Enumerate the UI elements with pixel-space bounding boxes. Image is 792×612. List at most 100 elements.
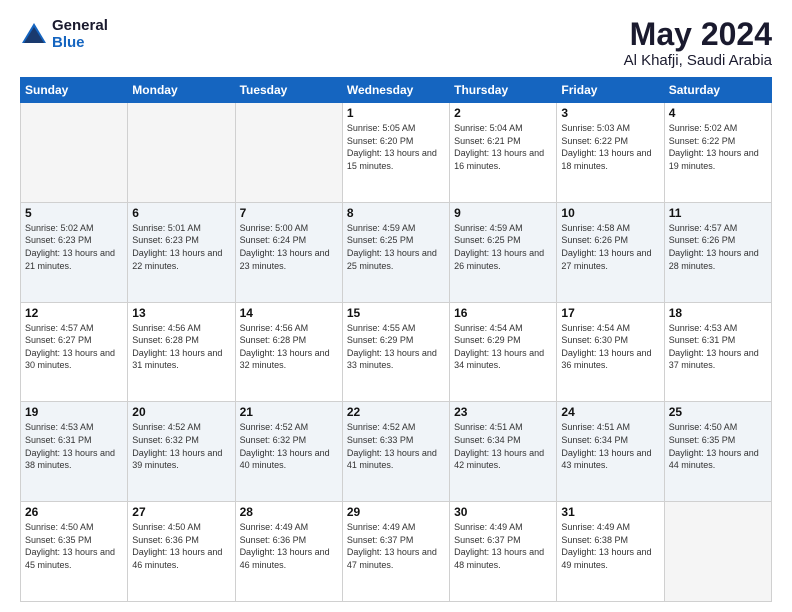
cell-info-text: Sunrise: 4:52 AM Sunset: 6:32 PM Dayligh… (132, 421, 230, 471)
cell-info-text: Sunrise: 4:53 AM Sunset: 6:31 PM Dayligh… (669, 322, 767, 372)
calendar-week-row: 1 Sunrise: 5:05 AM Sunset: 6:20 PM Daylig… (21, 103, 772, 203)
cell-date-number: 15 (347, 306, 445, 320)
cell-date-number: 24 (561, 405, 659, 419)
calendar-day-cell: 4Sunrise: 5:02 AM Sunset: 6:22 PM Daylig… (664, 103, 771, 203)
cell-date-number: 27 (132, 505, 230, 519)
cell-info-text: Sunrise: 4:50 AM Sunset: 6:35 PM Dayligh… (669, 421, 767, 471)
calendar-week-row: 19 Sunrise: 4:53 AM Sunset: 6:31 PM Dayli… (21, 402, 772, 502)
calendar-day-header: Sunday (21, 78, 128, 103)
calendar-day-cell: 17 Sunrise: 4:54 AM Sunset: 6:30 PM Dayli… (557, 302, 664, 402)
calendar-day-cell: 8 Sunrise: 4:59 AM Sunset: 6:25 PM Daylig… (342, 202, 449, 302)
header: General Blue May 2024 Al Khafji, Saudi A… (20, 18, 772, 69)
cell-info-text: Sunrise: 4:49 AM Sunset: 6:37 PM Dayligh… (347, 521, 445, 571)
cell-date-number: 9 (454, 206, 552, 220)
calendar-day-cell: 1 Sunrise: 5:05 AM Sunset: 6:20 PM Daylig… (342, 103, 449, 203)
calendar-day-cell: 7Sunrise: 5:00 AM Sunset: 6:24 PM Daylig… (235, 202, 342, 302)
calendar-day-cell: 13 Sunrise: 4:56 AM Sunset: 6:28 PM Dayli… (128, 302, 235, 402)
cell-date-number: 8 (347, 206, 445, 220)
cell-date-number: 12 (25, 306, 123, 320)
logo: General Blue (20, 18, 108, 51)
logo-blue: Blue (52, 35, 108, 52)
cell-info-text: Sunrise: 4:49 AM Sunset: 6:36 PM Dayligh… (240, 521, 338, 571)
calendar-day-cell: 20 Sunrise: 4:52 AM Sunset: 6:32 PM Dayli… (128, 402, 235, 502)
calendar-day-header: Wednesday (342, 78, 449, 103)
calendar-day-header: Saturday (664, 78, 771, 103)
cell-date-number: 31 (561, 505, 659, 519)
cell-date-number: 26 (25, 505, 123, 519)
cell-date-number: 1 (347, 106, 445, 120)
calendar-day-header: Friday (557, 78, 664, 103)
calendar-week-row: 12 Sunrise: 4:57 AM Sunset: 6:27 PM Dayli… (21, 302, 772, 402)
cell-info-text: Sunrise: 4:57 AM Sunset: 6:26 PM Dayligh… (669, 222, 767, 272)
cell-info-text: Sunrise: 5:03 AM Sunset: 6:22 PM Dayligh… (561, 122, 659, 172)
calendar-day-cell (128, 103, 235, 203)
cell-date-number: 3 (561, 106, 659, 120)
calendar-day-cell: 21 Sunrise: 4:52 AM Sunset: 6:32 PM Dayli… (235, 402, 342, 502)
cell-date-number: 10 (561, 206, 659, 220)
calendar-day-cell: 19 Sunrise: 4:53 AM Sunset: 6:31 PM Dayli… (21, 402, 128, 502)
calendar-day-cell: 11Sunrise: 4:57 AM Sunset: 6:26 PM Dayli… (664, 202, 771, 302)
cell-info-text: Sunrise: 4:53 AM Sunset: 6:31 PM Dayligh… (25, 421, 123, 471)
cell-info-text: Sunrise: 5:05 AM Sunset: 6:20 PM Dayligh… (347, 122, 445, 172)
cell-date-number: 21 (240, 405, 338, 419)
cell-info-text: Sunrise: 5:02 AM Sunset: 6:23 PM Dayligh… (25, 222, 123, 272)
calendar-day-cell (21, 103, 128, 203)
calendar-day-cell: 5 Sunrise: 5:02 AM Sunset: 6:23 PM Daylig… (21, 202, 128, 302)
cell-date-number: 17 (561, 306, 659, 320)
cell-info-text: Sunrise: 4:52 AM Sunset: 6:32 PM Dayligh… (240, 421, 338, 471)
cell-date-number: 22 (347, 405, 445, 419)
cell-date-number: 28 (240, 505, 338, 519)
cell-info-text: Sunrise: 5:00 AM Sunset: 6:24 PM Dayligh… (240, 222, 338, 272)
cell-info-text: Sunrise: 4:59 AM Sunset: 6:25 PM Dayligh… (347, 222, 445, 272)
cell-info-text: Sunrise: 4:54 AM Sunset: 6:29 PM Dayligh… (454, 322, 552, 372)
title-location: Al Khafji, Saudi Arabia (624, 52, 772, 69)
cell-date-number: 29 (347, 505, 445, 519)
cell-info-text: Sunrise: 4:56 AM Sunset: 6:28 PM Dayligh… (240, 322, 338, 372)
calendar-week-row: 26 Sunrise: 4:50 AM Sunset: 6:35 PM Dayli… (21, 502, 772, 602)
calendar-day-cell: 25Sunrise: 4:50 AM Sunset: 6:35 PM Dayli… (664, 402, 771, 502)
cell-date-number: 2 (454, 106, 552, 120)
calendar-day-cell: 24Sunrise: 4:51 AM Sunset: 6:34 PM Dayli… (557, 402, 664, 502)
cell-info-text: Sunrise: 4:50 AM Sunset: 6:35 PM Dayligh… (25, 521, 123, 571)
calendar-day-cell: 3 Sunrise: 5:03 AM Sunset: 6:22 PM Daylig… (557, 103, 664, 203)
calendar-day-header: Thursday (450, 78, 557, 103)
cell-info-text: Sunrise: 4:51 AM Sunset: 6:34 PM Dayligh… (454, 421, 552, 471)
cell-date-number: 13 (132, 306, 230, 320)
cell-info-text: Sunrise: 4:55 AM Sunset: 6:29 PM Dayligh… (347, 322, 445, 372)
cell-date-number: 20 (132, 405, 230, 419)
cell-date-number: 18 (669, 306, 767, 320)
calendar-day-cell: 10Sunrise: 4:58 AM Sunset: 6:26 PM Dayli… (557, 202, 664, 302)
calendar-day-cell: 26 Sunrise: 4:50 AM Sunset: 6:35 PM Dayli… (21, 502, 128, 602)
calendar-day-header: Tuesday (235, 78, 342, 103)
calendar-day-cell: 29 Sunrise: 4:49 AM Sunset: 6:37 PM Dayli… (342, 502, 449, 602)
cell-date-number: 6 (132, 206, 230, 220)
cell-info-text: Sunrise: 4:57 AM Sunset: 6:27 PM Dayligh… (25, 322, 123, 372)
calendar-day-cell: 16 Sunrise: 4:54 AM Sunset: 6:29 PM Dayli… (450, 302, 557, 402)
logo-text: General Blue (52, 18, 108, 51)
cell-info-text: Sunrise: 4:56 AM Sunset: 6:28 PM Dayligh… (132, 322, 230, 372)
cell-date-number: 5 (25, 206, 123, 220)
cell-info-text: Sunrise: 4:54 AM Sunset: 6:30 PM Dayligh… (561, 322, 659, 372)
cell-info-text: Sunrise: 5:04 AM Sunset: 6:21 PM Dayligh… (454, 122, 552, 172)
calendar-day-cell: 6Sunrise: 5:01 AM Sunset: 6:23 PM Daylig… (128, 202, 235, 302)
calendar-day-cell: 15 Sunrise: 4:55 AM Sunset: 6:29 PM Dayli… (342, 302, 449, 402)
calendar-day-cell (664, 502, 771, 602)
calendar-day-cell: 28 Sunrise: 4:49 AM Sunset: 6:36 PM Dayli… (235, 502, 342, 602)
page: General Blue May 2024 Al Khafji, Saudi A… (0, 0, 792, 612)
calendar-table: SundayMondayTuesdayWednesdayThursdayFrid… (20, 77, 772, 602)
calendar-day-cell: 18 Sunrise: 4:53 AM Sunset: 6:31 PM Dayli… (664, 302, 771, 402)
calendar-day-cell: 30Sunrise: 4:49 AM Sunset: 6:37 PM Dayli… (450, 502, 557, 602)
calendar-day-cell: 23Sunrise: 4:51 AM Sunset: 6:34 PM Dayli… (450, 402, 557, 502)
cell-date-number: 19 (25, 405, 123, 419)
cell-date-number: 16 (454, 306, 552, 320)
calendar-day-cell: 9 Sunrise: 4:59 AM Sunset: 6:25 PM Daylig… (450, 202, 557, 302)
title-month: May 2024 (624, 18, 772, 50)
cell-info-text: Sunrise: 4:59 AM Sunset: 6:25 PM Dayligh… (454, 222, 552, 272)
cell-info-text: Sunrise: 4:50 AM Sunset: 6:36 PM Dayligh… (132, 521, 230, 571)
calendar-week-row: 5 Sunrise: 5:02 AM Sunset: 6:23 PM Daylig… (21, 202, 772, 302)
cell-info-text: Sunrise: 4:49 AM Sunset: 6:38 PM Dayligh… (561, 521, 659, 571)
calendar-day-cell: 31 Sunrise: 4:49 AM Sunset: 6:38 PM Dayli… (557, 502, 664, 602)
logo-icon (20, 21, 48, 49)
cell-info-text: Sunrise: 4:49 AM Sunset: 6:37 PM Dayligh… (454, 521, 552, 571)
calendar-day-cell: 27 Sunrise: 4:50 AM Sunset: 6:36 PM Dayli… (128, 502, 235, 602)
